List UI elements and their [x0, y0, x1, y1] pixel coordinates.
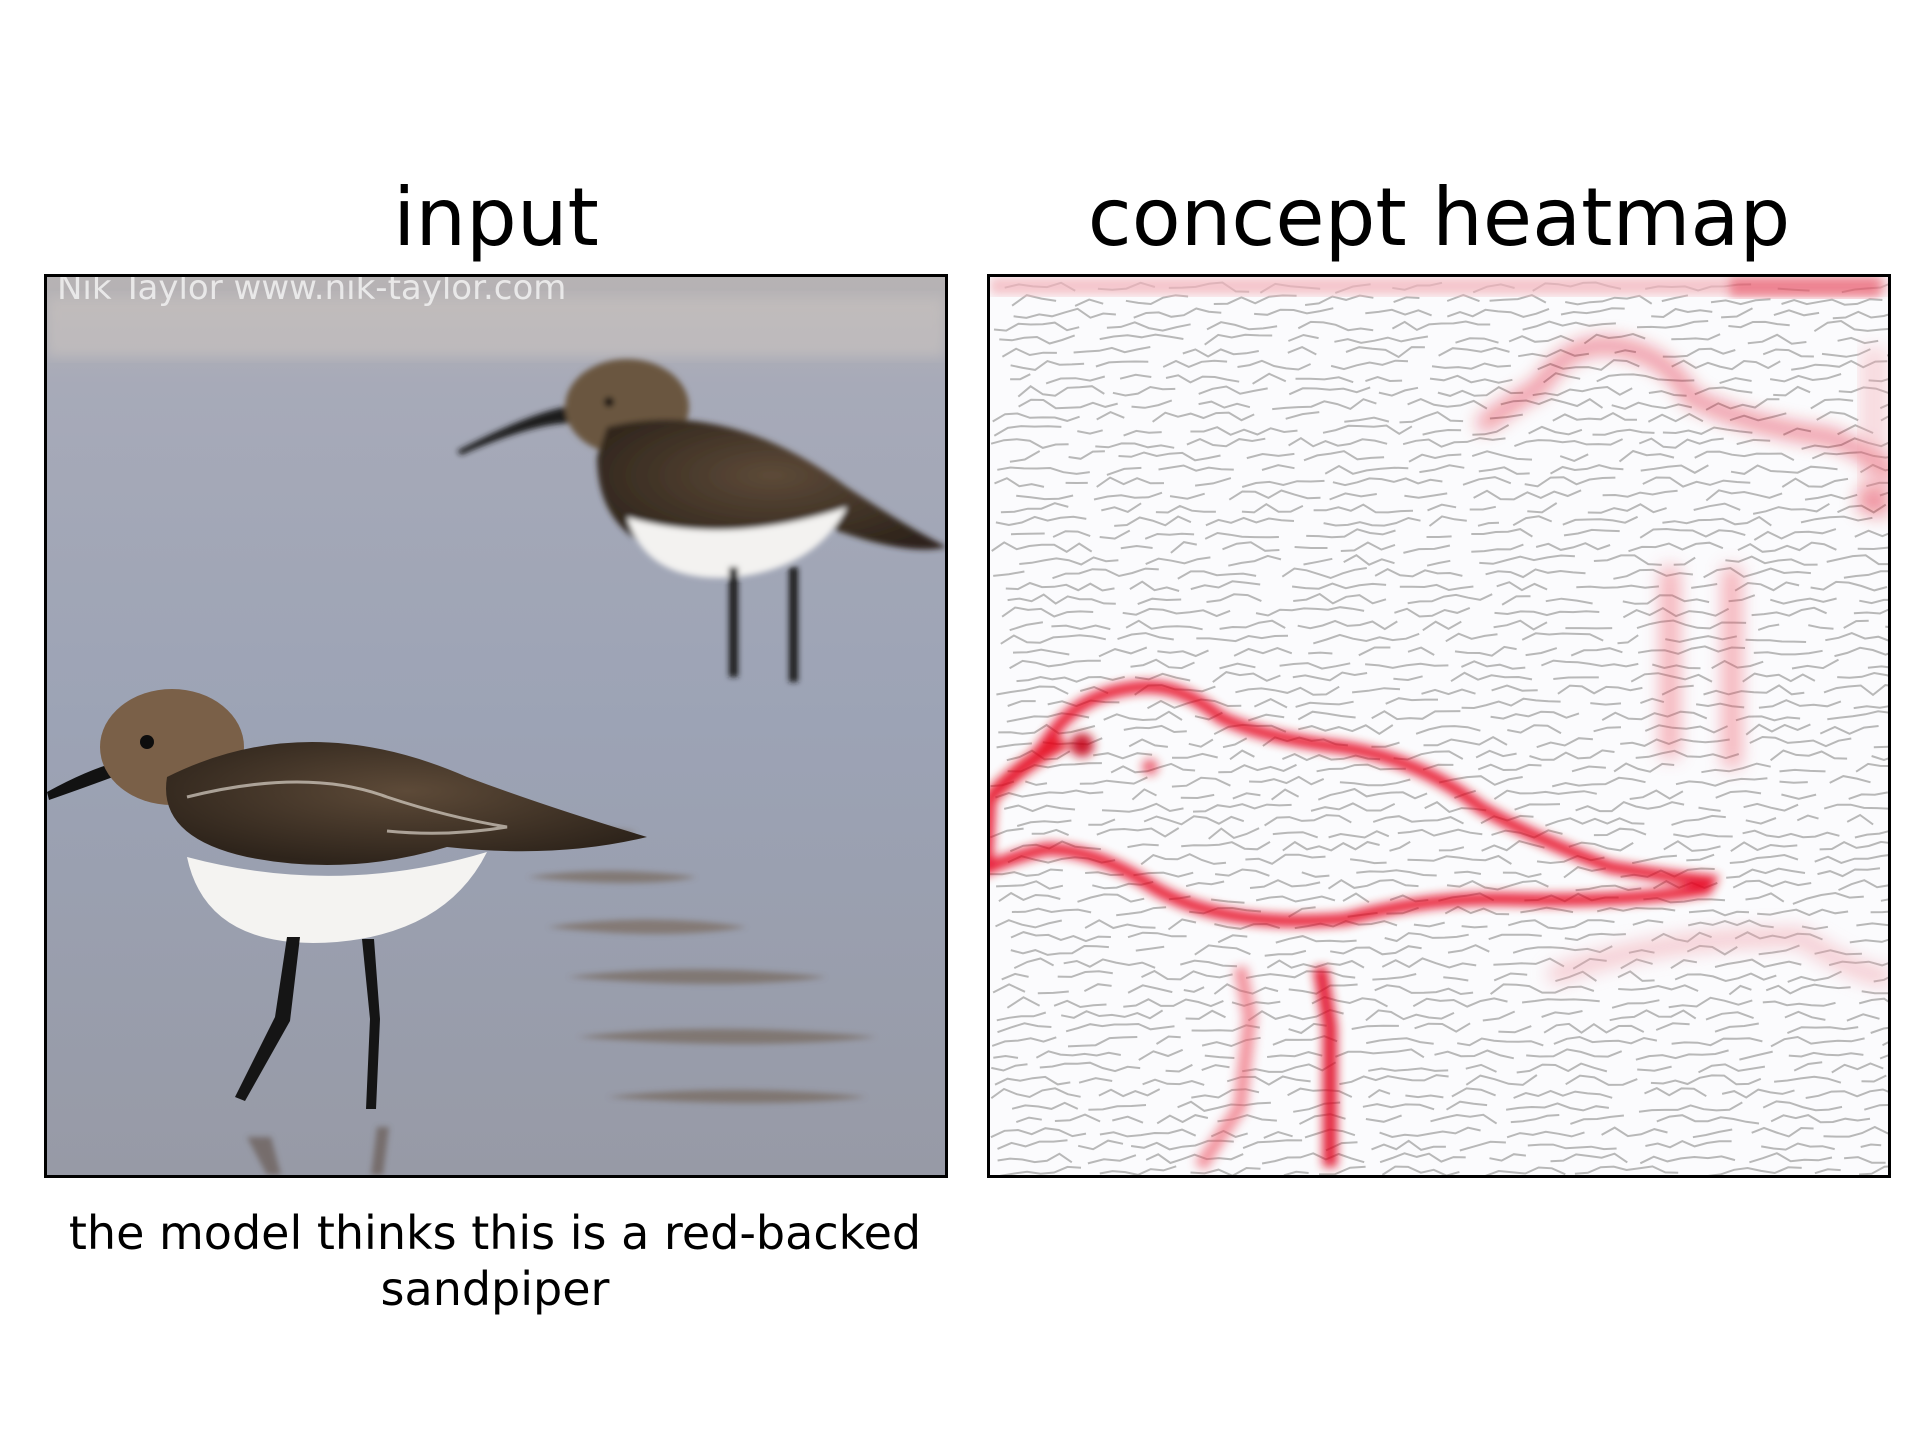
input-image: Nik Taylor www.nik-taylor.com [44, 274, 948, 1178]
edge-segment [1405, 1094, 1444, 1099]
sandpiper-photo: Nik Taylor www.nik-taylor.com [47, 277, 945, 1175]
edge-segment [1779, 780, 1808, 784]
prediction-caption: the model thinks this is a red-backed sa… [68, 1206, 922, 1316]
edge-segment [1294, 546, 1328, 549]
edge-segment [1308, 651, 1333, 655]
heatmap-panel-title: concept heatmap [1087, 171, 1791, 264]
edge-segment [1010, 532, 1045, 536]
photo-watermark: Nik Taylor www.nik-taylor.com [57, 277, 566, 308]
edge-segment [1426, 535, 1452, 538]
heatmap-canvas [990, 277, 1888, 1175]
input-panel-title: input [393, 171, 599, 264]
heatmap-background [990, 277, 1888, 1175]
concept-heatmap-image [987, 274, 1891, 1178]
edge-segment [1873, 745, 1888, 749]
